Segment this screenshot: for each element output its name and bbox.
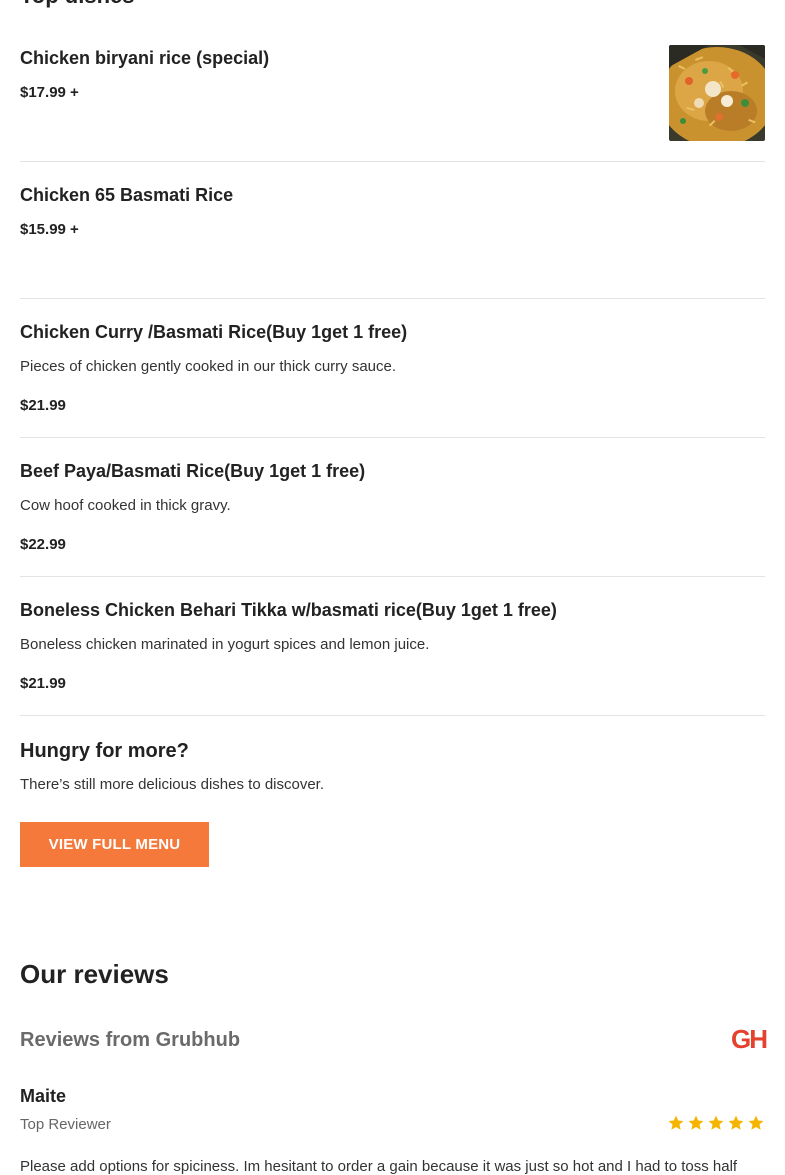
view-full-menu-button[interactable]: VIEW FULL MENU bbox=[20, 822, 209, 867]
dish-description: Boneless chicken marinated in yogurt spi… bbox=[20, 636, 430, 653]
dish-price: $17.99 + bbox=[20, 84, 79, 101]
dish-item[interactable]: Chicken biryani rice (special) $17.99 + bbox=[20, 0, 765, 162]
star-icon bbox=[728, 1115, 744, 1130]
reviewer-name: Maite bbox=[20, 1086, 67, 1106]
dish-name: Chicken Curry /Basmati Rice(Buy 1get 1 f… bbox=[20, 322, 408, 342]
star-icon bbox=[668, 1115, 684, 1130]
dish-name: Beef Paya/Basmati Rice(Buy 1get 1 free) bbox=[20, 461, 366, 481]
more-title: Hungry for more? bbox=[20, 740, 189, 762]
dish-price: $22.99 bbox=[20, 536, 66, 553]
reviews-title: Our reviews bbox=[20, 959, 169, 989]
dish-item[interactable]: Chicken Curry /Basmati Rice(Buy 1get 1 f… bbox=[20, 299, 765, 438]
dish-item[interactable]: Chicken 65 Basmati Rice $15.99 + bbox=[20, 162, 765, 299]
grubhub-logo: GH bbox=[731, 1024, 768, 1054]
dish-description: Cow hoof cooked in thick gravy. bbox=[20, 497, 231, 514]
dish-price: $21.99 bbox=[20, 397, 66, 414]
dish-name: Boneless Chicken Behari Tikka w/basmati … bbox=[20, 600, 557, 620]
dish-name: Chicken biryani rice (special) bbox=[20, 48, 270, 68]
dish-description: Pieces of chicken gently cooked in our t… bbox=[20, 358, 397, 375]
star-icon bbox=[708, 1115, 724, 1130]
star-icon bbox=[748, 1115, 764, 1130]
star-rating bbox=[667, 1114, 765, 1132]
review-source-title: Reviews from Grubhub bbox=[20, 1029, 241, 1051]
review-text: Please add options for spiciness. Im hes… bbox=[20, 1158, 738, 1175]
dish-price: $21.99 bbox=[20, 675, 66, 692]
dish-photo[interactable] bbox=[669, 45, 765, 141]
dish-name: Chicken 65 Basmati Rice bbox=[20, 185, 234, 205]
dish-item[interactable]: Beef Paya/Basmati Rice(Buy 1get 1 free) … bbox=[20, 438, 765, 577]
more-subtitle: There’s still more delicious dishes to d… bbox=[20, 776, 325, 793]
dish-item[interactable]: Boneless Chicken Behari Tikka w/basmati … bbox=[20, 577, 765, 716]
dish-price: $15.99 + bbox=[20, 221, 79, 238]
star-icon bbox=[688, 1115, 704, 1130]
reviewer-tag: Top Reviewer bbox=[20, 1116, 111, 1133]
biryani-image bbox=[669, 45, 765, 141]
